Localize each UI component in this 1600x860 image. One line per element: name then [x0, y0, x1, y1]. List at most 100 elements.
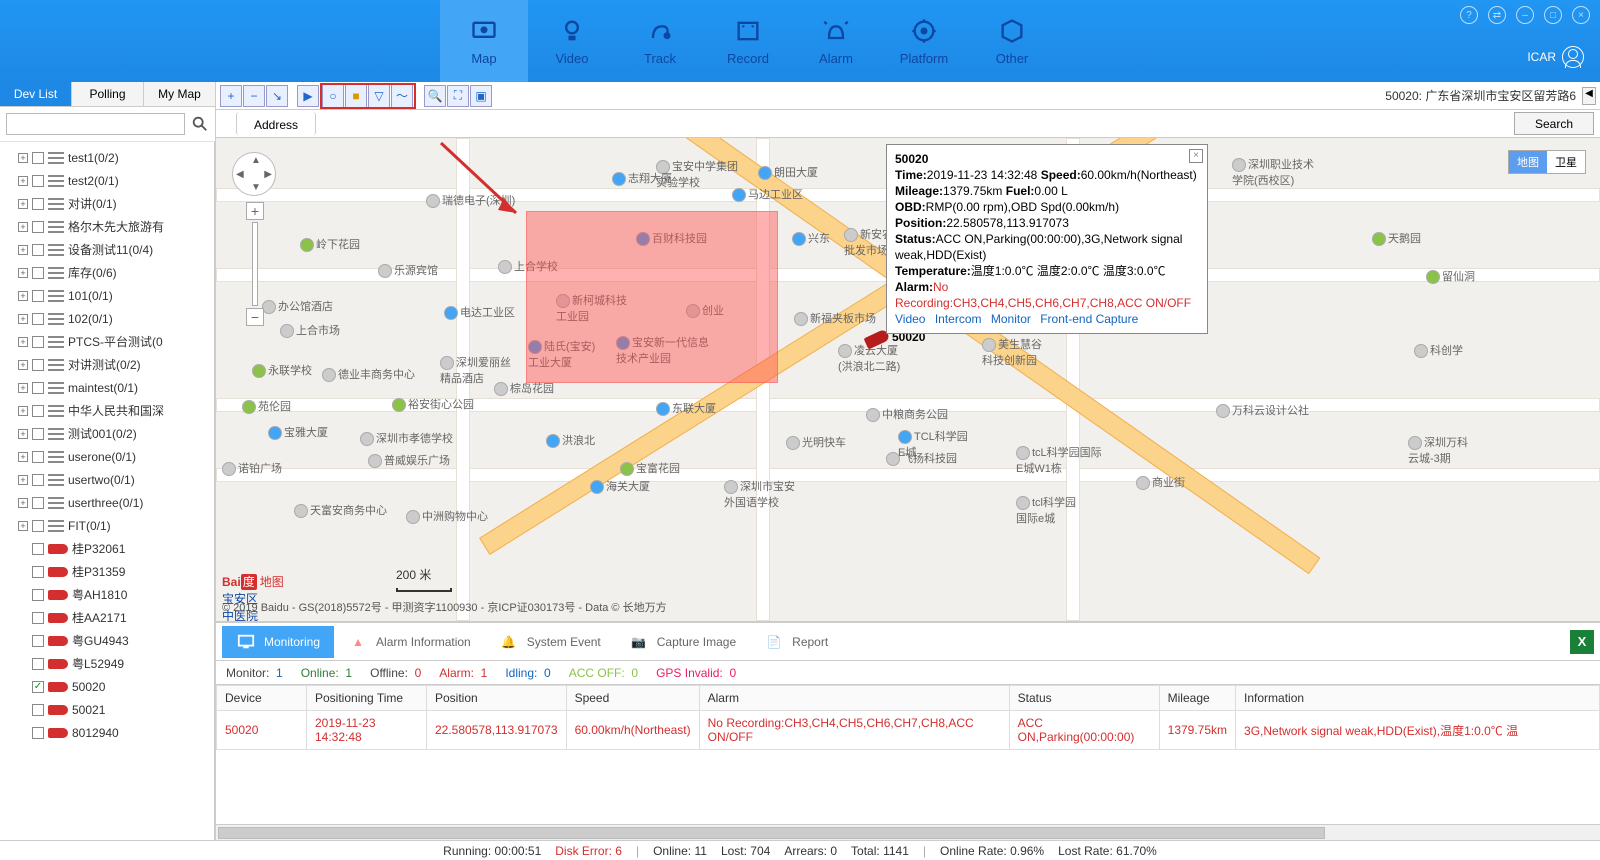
- tree-group[interactable]: +格尔木先大旅游有: [6, 215, 214, 238]
- zoom-area-icon[interactable]: 🔍: [424, 85, 446, 107]
- poly-tool-icon[interactable]: ▽: [368, 85, 390, 107]
- tree-device[interactable]: 粤GU4943: [6, 629, 214, 652]
- btab-report[interactable]: 📄 Report: [750, 626, 842, 658]
- expand-icon[interactable]: +: [18, 268, 28, 278]
- maximize-icon[interactable]: □: [1544, 6, 1562, 24]
- link-video[interactable]: Video: [895, 312, 925, 326]
- link-monitor[interactable]: Monitor: [991, 312, 1031, 326]
- checkbox[interactable]: [32, 635, 44, 647]
- ruler-icon[interactable]: ↘: [266, 85, 288, 107]
- checkbox[interactable]: [32, 658, 44, 670]
- tree-device[interactable]: 桂AA2171: [6, 606, 214, 629]
- line-tool-icon[interactable]: 〜: [391, 85, 413, 107]
- zoom-out-button[interactable]: −: [246, 308, 264, 326]
- expand-icon[interactable]: +: [18, 337, 28, 347]
- tree-group[interactable]: +对讲(0/1): [6, 192, 214, 215]
- search-icon[interactable]: [191, 115, 209, 133]
- tree-device[interactable]: ✓50020: [6, 675, 214, 698]
- tree-device[interactable]: 粤L52949: [6, 652, 214, 675]
- expand-icon[interactable]: +: [18, 291, 28, 301]
- tree-group[interactable]: +userone(0/1): [6, 445, 214, 468]
- address-search-button[interactable]: Search: [1514, 112, 1594, 135]
- btab-monitoring[interactable]: Monitoring: [222, 626, 334, 658]
- tree-group[interactable]: +设备测试11(0/4): [6, 238, 214, 261]
- prev-arrow-icon[interactable]: ◀: [1582, 87, 1596, 105]
- tree-group[interactable]: +101(0/1): [6, 284, 214, 307]
- search-input[interactable]: [6, 113, 185, 135]
- checkbox[interactable]: [32, 405, 44, 417]
- checkbox[interactable]: [32, 290, 44, 302]
- map-type-map[interactable]: 地图: [1509, 151, 1547, 173]
- checkbox[interactable]: [32, 428, 44, 440]
- zoom-in-button[interactable]: +: [246, 202, 264, 220]
- tree-device[interactable]: 桂P31359: [6, 560, 214, 583]
- fullscreen-icon[interactable]: ⛶: [447, 85, 469, 107]
- checkbox[interactable]: [32, 704, 44, 716]
- checkbox[interactable]: [32, 198, 44, 210]
- link-capture[interactable]: Front-end Capture: [1040, 312, 1138, 326]
- checkbox[interactable]: [32, 612, 44, 624]
- link-intercom[interactable]: Intercom: [935, 312, 982, 326]
- checkbox[interactable]: [32, 382, 44, 394]
- tree-device[interactable]: 50021: [6, 698, 214, 721]
- checkbox[interactable]: [32, 359, 44, 371]
- nav-platform[interactable]: Platform: [880, 0, 968, 82]
- horizontal-scrollbar[interactable]: [216, 824, 1600, 840]
- rect-tool-icon[interactable]: ■: [345, 85, 367, 107]
- expand-icon[interactable]: +: [18, 429, 28, 439]
- infowindow-close-icon[interactable]: ×: [1189, 149, 1203, 163]
- panel-icon[interactable]: ▣: [470, 85, 492, 107]
- expand-icon[interactable]: +: [18, 452, 28, 462]
- checkbox[interactable]: [32, 474, 44, 486]
- zoom-in-icon[interactable]: +: [220, 85, 242, 107]
- tab-devlist[interactable]: Dev List: [0, 82, 72, 106]
- tree-group[interactable]: +中华人民共和国深: [6, 399, 214, 422]
- pan-control[interactable]: ▲▼ ◀▶: [232, 152, 276, 196]
- checkbox[interactable]: [32, 267, 44, 279]
- user-area[interactable]: ICAR: [1527, 46, 1584, 68]
- map-canvas[interactable]: 宝安中学集团实验学校朗田大厦瑞德电子(深圳)志翔大厦马边工业区岭下花园乐源宾馆上…: [216, 138, 1600, 622]
- expand-icon[interactable]: +: [18, 199, 28, 209]
- checkbox[interactable]: ✓: [32, 681, 44, 693]
- tree-group[interactable]: +102(0/1): [6, 307, 214, 330]
- tree-group[interactable]: +测试001(0/2): [6, 422, 214, 445]
- monitoring-grid[interactable]: Device Positioning Time Position Speed A…: [216, 685, 1600, 824]
- swap-icon[interactable]: ⇄: [1488, 6, 1506, 24]
- checkbox[interactable]: [32, 543, 44, 555]
- play-icon[interactable]: ▶: [297, 85, 319, 107]
- checkbox[interactable]: [32, 520, 44, 532]
- expand-icon[interactable]: +: [18, 245, 28, 255]
- tree-group[interactable]: +test1(0/2): [6, 146, 214, 169]
- tree-group[interactable]: +库存(0/6): [6, 261, 214, 284]
- tree-device[interactable]: 粤AH1810: [6, 583, 214, 606]
- expand-icon[interactable]: +: [18, 383, 28, 393]
- checkbox[interactable]: [32, 727, 44, 739]
- nav-alarm[interactable]: Alarm: [792, 0, 880, 82]
- expand-icon[interactable]: +: [18, 176, 28, 186]
- zoom-slider[interactable]: [252, 222, 258, 306]
- expand-icon[interactable]: +: [18, 475, 28, 485]
- circle-tool-icon[interactable]: ○: [322, 85, 344, 107]
- tree-group[interactable]: +PTCS-平台测试(0: [6, 330, 214, 353]
- tree-group[interactable]: +userthree(0/1): [6, 491, 214, 514]
- expand-icon[interactable]: +: [18, 498, 28, 508]
- checkbox[interactable]: [32, 451, 44, 463]
- checkbox[interactable]: [32, 152, 44, 164]
- tab-mymap[interactable]: My Map: [144, 82, 215, 106]
- btab-capture[interactable]: 📷 Capture Image: [615, 626, 750, 658]
- minimize-icon[interactable]: –: [1516, 6, 1534, 24]
- checkbox[interactable]: [32, 589, 44, 601]
- help-icon[interactable]: ?: [1460, 6, 1478, 24]
- nav-other[interactable]: Other: [968, 0, 1056, 82]
- checkbox[interactable]: [32, 566, 44, 578]
- zoom-out-icon[interactable]: −: [243, 85, 265, 107]
- export-excel-icon[interactable]: X: [1570, 630, 1594, 654]
- expand-icon[interactable]: +: [18, 314, 28, 324]
- nav-video[interactable]: Video: [528, 0, 616, 82]
- tab-polling[interactable]: Polling: [72, 82, 144, 106]
- checkbox[interactable]: [32, 313, 44, 325]
- close-icon[interactable]: ×: [1572, 6, 1590, 24]
- expand-icon[interactable]: +: [18, 153, 28, 163]
- checkbox[interactable]: [32, 221, 44, 233]
- grid-row[interactable]: 50020 2019-11-23 14:32:48 22.580578,113.…: [217, 711, 1600, 750]
